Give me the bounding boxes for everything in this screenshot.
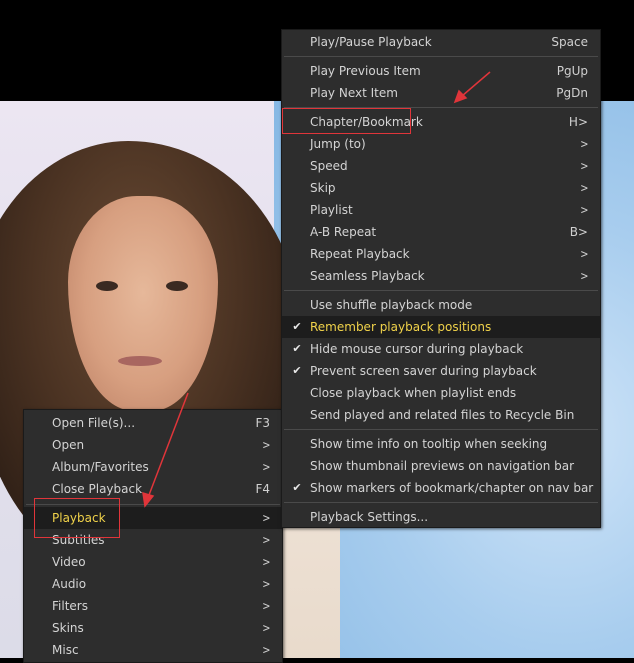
menu-item-playback-settings[interactable]: Playback Settings... — [282, 506, 600, 528]
submenu-arrow-icon: > — [262, 621, 270, 635]
menu-item-remember-positions[interactable]: ✔ Remember playback positions — [282, 316, 600, 338]
menu-item-label: Play/Pause Playback — [310, 35, 432, 49]
menu-item-label: Filters — [52, 599, 88, 613]
person-face — [68, 196, 218, 411]
menu-item-label: Open — [52, 438, 85, 452]
menu-item-filters[interactable]: Filters > — [24, 595, 282, 617]
right-eye — [166, 281, 188, 291]
menu-item-show-markers[interactable]: ✔ Show markers of bookmark/chapter on na… — [282, 477, 600, 499]
menu-separator — [26, 504, 280, 505]
checkmark-icon: ✔ — [292, 342, 302, 355]
menu-item-label: Open File(s)... — [52, 416, 136, 430]
menu-item-close-playback[interactable]: Close Playback F4 — [24, 478, 282, 500]
submenu-arrow-icon: > — [580, 203, 588, 217]
menu-separator — [284, 429, 598, 430]
menu-item-send-to-recycle-bin[interactable]: Send played and related files to Recycle… — [282, 404, 600, 426]
menu-item-label: Audio — [52, 577, 87, 591]
menu-item-label: Jump (to) — [310, 137, 366, 151]
main-context-menu: Open File(s)... F3 Open > Album/Favorite… — [23, 409, 283, 663]
menu-item-time-tooltip[interactable]: Show time info on tooltip when seeking — [282, 433, 600, 455]
menu-item-label: Album/Favorites — [52, 460, 149, 474]
menu-item-audio[interactable]: Audio > — [24, 573, 282, 595]
submenu-arrow-icon: > — [580, 159, 588, 173]
menu-item-label: Subtitles — [52, 533, 105, 547]
menu-item-ab-repeat[interactable]: A-B Repeat B> — [282, 221, 600, 243]
menu-item-label: Use shuffle playback mode — [310, 298, 473, 312]
menu-item-hide-cursor[interactable]: ✔ Hide mouse cursor during playback — [282, 338, 600, 360]
menu-item-label: Repeat Playback — [310, 247, 410, 261]
menu-item-skip[interactable]: Skip > — [282, 177, 600, 199]
menu-item-shortcut: PgDn — [556, 86, 588, 100]
submenu-arrow-icon: > — [262, 511, 270, 525]
menu-separator — [284, 502, 598, 503]
menu-item-shortcut: Space — [551, 35, 588, 49]
menu-item-label: Video — [52, 555, 86, 569]
menu-item-label: Play Previous Item — [310, 64, 421, 78]
menu-item-label: Hide mouse cursor during playback — [310, 342, 524, 356]
menu-item-playback[interactable]: Playback > — [24, 507, 282, 529]
menu-item-close-when-ends[interactable]: Close playback when playlist ends — [282, 382, 600, 404]
checkmark-icon: ✔ — [292, 364, 302, 377]
submenu-arrow-icon: > — [580, 269, 588, 283]
checkmark-icon: ✔ — [292, 481, 302, 494]
menu-item-open-files[interactable]: Open File(s)... F3 — [24, 412, 282, 434]
person-mouth — [118, 356, 162, 366]
menu-item-shuffle[interactable]: Use shuffle playback mode — [282, 294, 600, 316]
menu-item-label: Show markers of bookmark/chapter on nav … — [310, 481, 594, 495]
menu-item-play-pause[interactable]: Play/Pause Playback Space — [282, 31, 600, 53]
menu-item-skins[interactable]: Skins > — [24, 617, 282, 639]
menu-item-label: Play Next Item — [310, 86, 398, 100]
menu-separator — [284, 290, 598, 291]
menu-item-shortcut: F3 — [255, 416, 270, 430]
menu-item-label: Remember playback positions — [310, 320, 492, 334]
menu-item-seamless-playback[interactable]: Seamless Playback > — [282, 265, 600, 287]
menu-item-jump-to[interactable]: Jump (to) > — [282, 133, 600, 155]
menu-item-speed[interactable]: Speed > — [282, 155, 600, 177]
menu-item-shortcut: B> — [569, 225, 588, 239]
menu-item-label: Playback Settings... — [310, 510, 429, 524]
menu-item-label: Skip — [310, 181, 336, 195]
menu-item-label: Seamless Playback — [310, 269, 425, 283]
menu-item-thumbnail-previews[interactable]: Show thumbnail previews on navigation ba… — [282, 455, 600, 477]
menu-item-shortcut: F4 — [255, 482, 270, 496]
menu-item-label: Prevent screen saver during playback — [310, 364, 537, 378]
submenu-arrow-icon: > — [262, 577, 270, 591]
menu-item-label: Send played and related files to Recycle… — [310, 408, 575, 422]
menu-item-label: Playlist — [310, 203, 353, 217]
menu-item-label: Close playback when playlist ends — [310, 386, 517, 400]
menu-separator — [284, 107, 598, 108]
menu-item-label: Show time info on tooltip when seeking — [310, 437, 548, 451]
submenu-arrow-icon: > — [262, 533, 270, 547]
submenu-arrow-icon: > — [262, 460, 270, 474]
menu-item-label: Skins — [52, 621, 84, 635]
menu-item-shortcut: PgUp — [556, 64, 588, 78]
submenu-arrow-icon: > — [262, 555, 270, 569]
menu-separator — [284, 56, 598, 57]
menu-item-label: A-B Repeat — [310, 225, 377, 239]
submenu-arrow-icon: > — [262, 438, 270, 452]
playback-submenu: Play/Pause Playback Space Play Previous … — [281, 29, 601, 528]
submenu-arrow-icon: > — [262, 599, 270, 613]
menu-item-play-next[interactable]: Play Next Item PgDn — [282, 82, 600, 104]
menu-item-subtitles[interactable]: Subtitles > — [24, 529, 282, 551]
menu-item-shortcut: H> — [568, 115, 588, 129]
menu-item-label: Close Playback — [52, 482, 143, 496]
menu-item-play-previous[interactable]: Play Previous Item PgUp — [282, 60, 600, 82]
menu-item-video[interactable]: Video > — [24, 551, 282, 573]
menu-item-chapter-bookmark[interactable]: Chapter/Bookmark H> — [282, 111, 600, 133]
menu-item-label: Chapter/Bookmark — [310, 115, 423, 129]
checkmark-icon: ✔ — [292, 320, 302, 333]
menu-item-open[interactable]: Open > — [24, 434, 282, 456]
menu-item-repeat-playback[interactable]: Repeat Playback > — [282, 243, 600, 265]
menu-item-album-favorites[interactable]: Album/Favorites > — [24, 456, 282, 478]
menu-item-label: Playback — [52, 511, 106, 525]
submenu-arrow-icon: > — [580, 181, 588, 195]
menu-item-label: Speed — [310, 159, 348, 173]
menu-item-prevent-screensaver[interactable]: ✔ Prevent screen saver during playback — [282, 360, 600, 382]
left-eye — [96, 281, 118, 291]
submenu-arrow-icon: > — [580, 247, 588, 261]
menu-item-label: Show thumbnail previews on navigation ba… — [310, 459, 575, 473]
submenu-arrow-icon: > — [580, 137, 588, 151]
menu-item-playlist[interactable]: Playlist > — [282, 199, 600, 221]
